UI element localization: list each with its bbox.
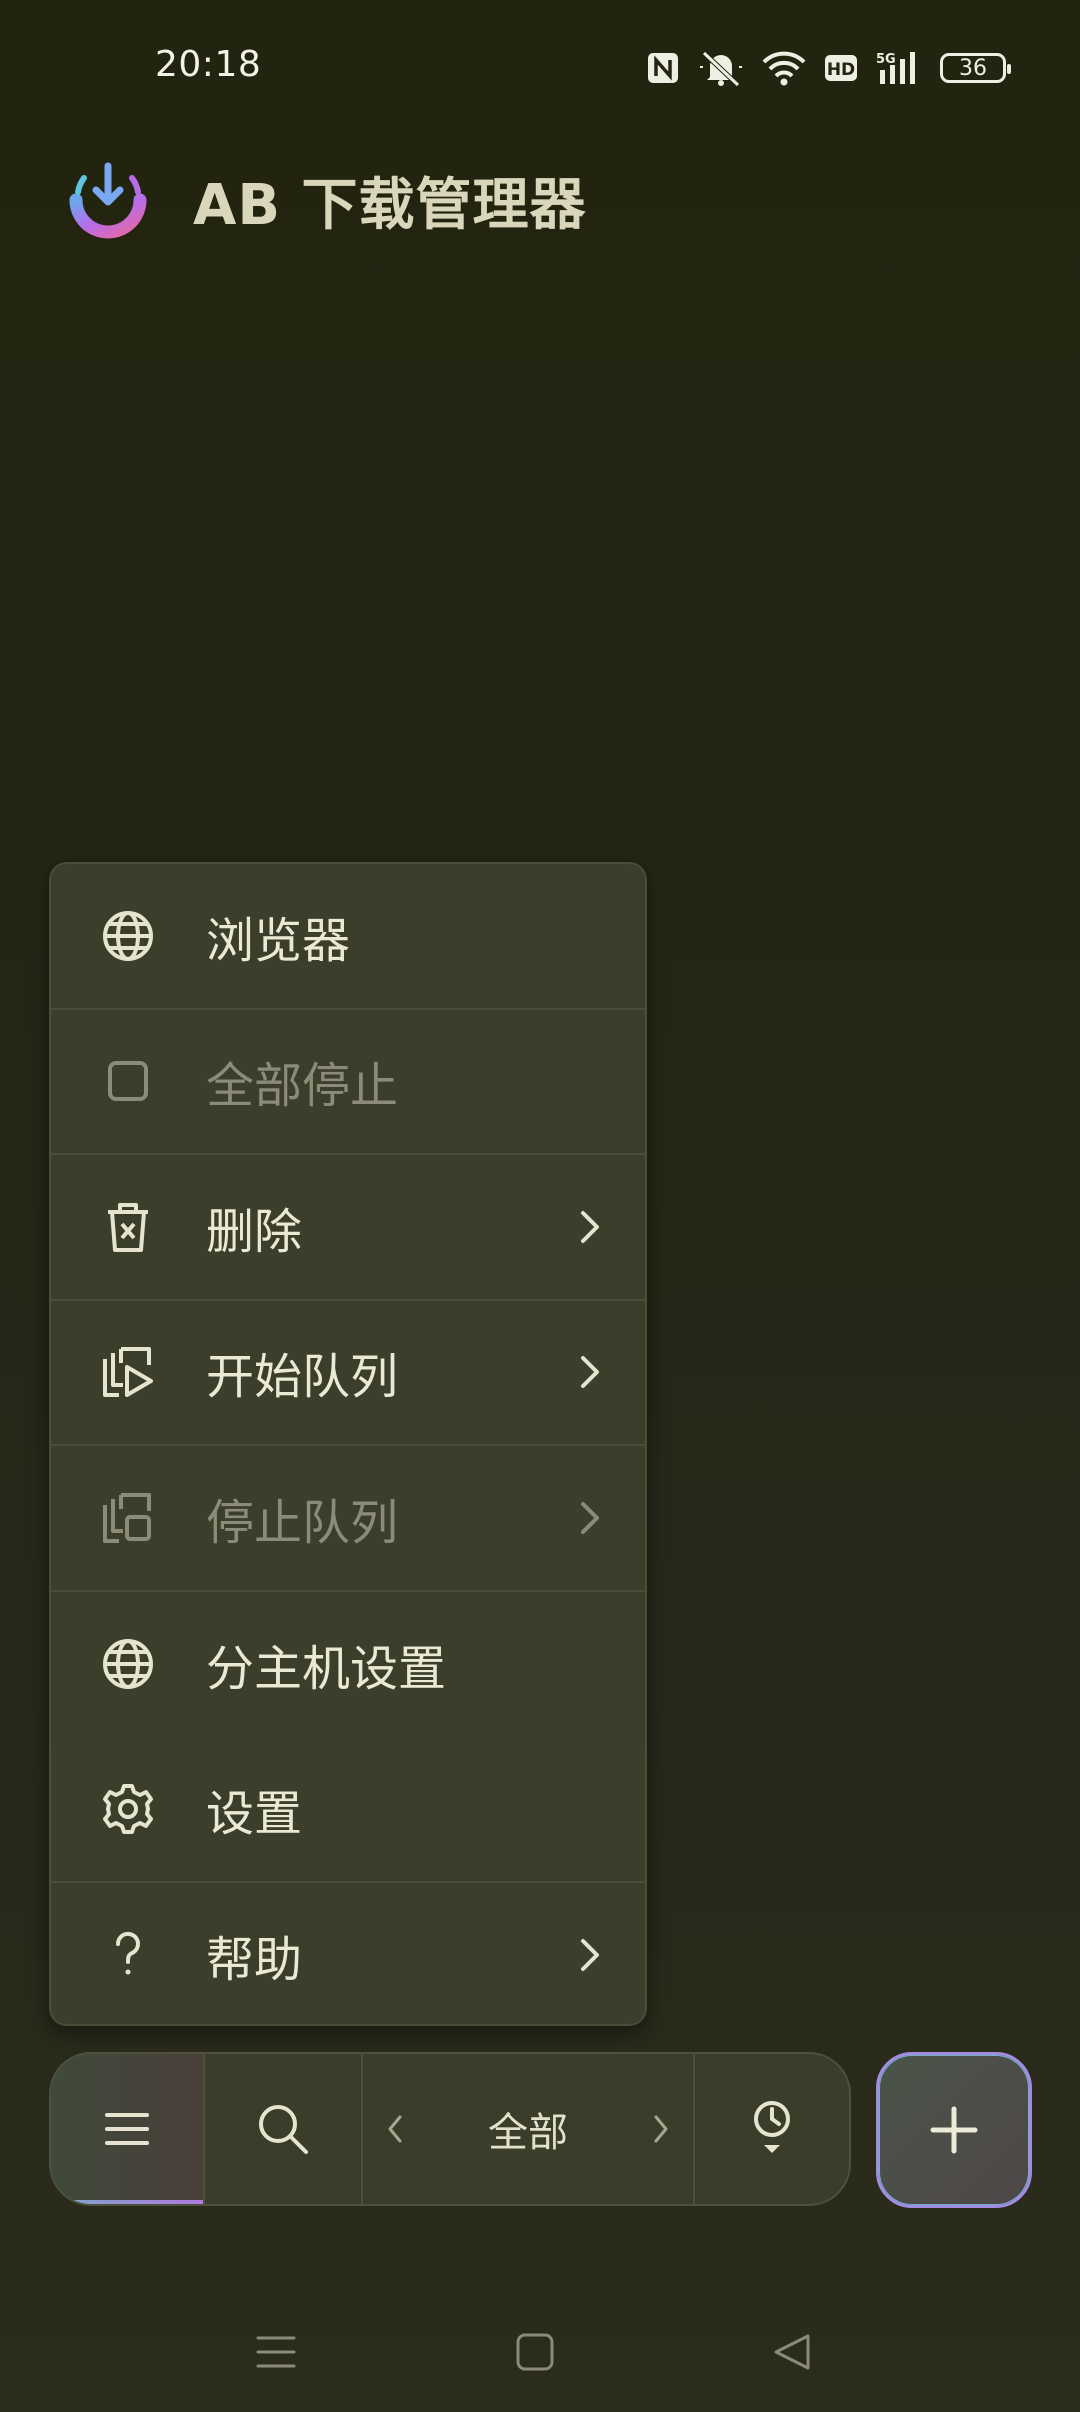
nfc-icon	[646, 51, 680, 85]
app-title: AB 下载管理器	[193, 172, 587, 238]
menu-item-stop-all[interactable]: 全部停止	[51, 1010, 645, 1155]
chevron-right-icon	[581, 1501, 599, 1534]
chevron-right-icon	[581, 1210, 599, 1243]
svg-text:HD: HD	[827, 60, 855, 80]
category-filter-label[interactable]: 全部	[488, 2100, 568, 2158]
menu-item-label: 帮助	[206, 1932, 303, 1989]
menu-lines-icon	[256, 2336, 296, 2368]
schedule-button[interactable]	[695, 2054, 849, 2204]
recents-button[interactable]	[246, 2322, 306, 2382]
menu-item-label: 浏览器	[206, 912, 351, 969]
menu-item-label: 分主机设置	[206, 1641, 447, 1698]
menu-item-label: 删除	[206, 1203, 303, 1260]
chevron-left-icon[interactable]	[385, 2113, 405, 2145]
clock-icon	[754, 2101, 790, 2153]
overflow-menu: 浏览器 全部停止 删除 开始队列 停止队列 分主机设置 设置 帮助	[49, 862, 647, 2026]
status-time: 20:18	[155, 44, 262, 85]
menu-item-start-queue[interactable]: 开始队列	[51, 1301, 645, 1446]
queue-play-icon	[101, 1345, 155, 1399]
menu-item-browser[interactable]: 浏览器	[51, 864, 645, 1010]
square-icon	[516, 2333, 554, 2371]
status-icons: HD 5G 36	[646, 48, 1011, 88]
search-icon	[259, 2105, 308, 2154]
globe-icon	[101, 909, 155, 963]
search-button[interactable]	[205, 2054, 363, 2204]
category-filter: 全部	[363, 2054, 695, 2204]
menu-item-delete[interactable]: 删除	[51, 1155, 645, 1301]
plus-icon	[930, 2106, 978, 2154]
svg-text:5G: 5G	[876, 52, 896, 67]
globe-icon	[101, 1637, 155, 1691]
menu-item-per-host-settings[interactable]: 分主机设置	[51, 1592, 645, 1738]
menu-item-settings[interactable]: 设置	[51, 1737, 645, 1883]
hamburger-icon	[105, 2113, 149, 2145]
menu-item-label: 全部停止	[206, 1058, 399, 1115]
battery-icon: 36	[940, 53, 1011, 83]
menu-item-stop-queue[interactable]: 停止队列	[51, 1446, 645, 1592]
queue-stop-icon	[101, 1491, 155, 1545]
status-bar: 20:18 HD 5G 36	[0, 0, 1080, 130]
back-button[interactable]	[762, 2322, 822, 2382]
menu-item-label: 停止队列	[206, 1494, 399, 1551]
app-logo-icon	[69, 162, 147, 239]
menu-item-label: 设置	[206, 1785, 303, 1842]
screen: 20:18 HD 5G 36 AB 下载管理器 浏览器 全部停止 删除 开始队列…	[0, 0, 1080, 2412]
hd-icon: HD	[824, 53, 858, 83]
menu-item-label: 开始队列	[206, 1349, 399, 1406]
menu-button[interactable]	[51, 2054, 205, 2204]
chevron-right-icon	[581, 1939, 599, 1972]
triangle-back-icon	[774, 2334, 810, 2370]
system-nav-bar	[0, 2300, 1080, 2412]
wifi-icon	[762, 50, 806, 86]
chevron-right-icon[interactable]	[651, 2113, 671, 2145]
app-header: AB 下载管理器	[68, 158, 587, 242]
menu-item-help[interactable]: 帮助	[51, 1883, 645, 2025]
stop-square-icon	[101, 1054, 155, 1108]
help-icon	[101, 1928, 155, 1982]
bottom-toolbar: 全部	[49, 2052, 851, 2206]
home-button[interactable]	[505, 2322, 565, 2382]
chevron-right-icon	[581, 1356, 599, 1389]
signal-5g-icon: 5G	[876, 50, 922, 86]
mute-bell-icon	[698, 49, 744, 87]
add-download-button[interactable]	[876, 2052, 1032, 2208]
gear-icon	[101, 1782, 155, 1836]
trash-icon	[101, 1200, 155, 1254]
